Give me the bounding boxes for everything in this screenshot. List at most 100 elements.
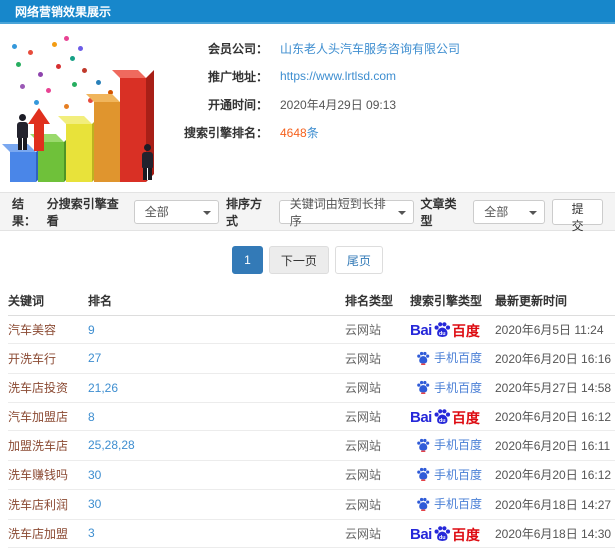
rank-link[interactable]: 25,28,28 [88,438,135,452]
table-row: 洗车店投资 21,26 云网站 手机百度 2020年5月27日 14:58 [8,373,615,403]
baidu-paw-du-text: du [439,418,446,424]
mobile-baidu-logo: 手机百度 [410,495,482,512]
table-body: 汽车美容 9 云网站 Bai du 百度 2020年6月5日 11:24 开洗车… [8,315,615,548]
company-info-list: 会员公司： 山东老人头汽车服务咨询有限公司 推广地址： https://www.… [160,24,615,192]
chevron-down-icon [203,210,212,215]
rank-link[interactable]: 30 [88,497,101,511]
baidu-paw-du-text: du [439,331,446,337]
updated-time-cell: 2020年6月20日 16:11 [495,430,615,461]
open-time-label: 开通时间： [207,97,268,112]
mobile-baidu-logo: 手机百度 [410,466,482,483]
page-title: 网络营销效果展示 [15,4,112,19]
rank-link[interactable]: 27 [88,351,101,365]
rank-type-cell: 云网站 [345,402,410,431]
engine-logo-cell: 手机百度 [410,373,495,403]
table-row: 洗车赚钱吗 30 云网站 手机百度 2020年6月20日 16:12 [8,460,615,490]
engine-rank-count: 4648 [280,125,307,140]
rank-type-cell: 云网站 [345,343,410,374]
sort-filter-select[interactable]: 关键词由短到长排序 [278,197,414,228]
rank-link[interactable]: 21,26 [88,381,118,395]
confetti-graphic [64,36,69,41]
mobile-baidu-logo: 手机百度 [410,349,482,366]
promo-url-link[interactable]: https://www.lrtlsd.com [280,69,396,83]
table-row: 开洗车行 27 云网站 手机百度 2020年6月20日 16:16 [8,343,615,374]
rank-type-cell: 云网站 [345,430,410,461]
keyword-cell: 洗车店投资 [8,373,88,403]
baidu-paw-icon: du [434,409,450,424]
baidu-paw-icon: du [434,525,450,541]
filter-controls: 分搜索引擎查看 全部 排序方式 关键词由短到长排序 文章类型 全部 提交 [46,195,604,233]
updated-time-cell: 2020年6月20日 16:12 [495,402,615,431]
engine-rank-unit-link[interactable]: 条 [307,126,319,140]
mobile-baidu-label: 手机百度 [434,467,483,482]
baidu-paw-icon: du [434,322,450,337]
mobile-baidu-paw-icon [417,351,430,365]
updated-time-cell: 2020年6月18日 14:27 [495,489,615,520]
rank-link[interactable]: 8 [88,410,95,424]
member-company-label: 会员公司： [207,41,268,56]
article-type-label: 文章类型 [420,196,457,228]
baidu-logo-bai-text: Bai [410,525,432,543]
keyword-rank-table: 关键词 排名 排名类型 搜索引擎类型 最新更新时间 汽车美容 9 云网站 Bai… [8,286,615,548]
keyword-cell: 开洗车行 [8,343,88,374]
engine-logo-cell: Bai du 百度 [410,315,495,344]
rank-link[interactable]: 3 [88,526,95,540]
engine-logo-cell: 手机百度 [410,460,495,490]
mobile-baidu-label: 手机百度 [434,380,483,395]
updated-time-cell: 2020年6月20日 16:16 [495,343,615,374]
businessman-figure-left [15,114,29,150]
table-row: 洗车店利润 30 云网站 手机百度 2020年6月18日 14:27 [8,489,615,520]
engine-logo-cell: 手机百度 [410,489,495,520]
mobile-baidu-label: 手机百度 [434,497,483,511]
rank-link[interactable]: 30 [88,468,101,482]
keyword-cell: 加盟洗车店 [8,430,88,461]
baidu-logo: Bai du 百度 [410,321,480,338]
article-type-select[interactable]: 全部 [473,199,546,224]
updated-time-cell: 2020年6月5日 11:24 [495,315,615,344]
keyword-cell: 洗车店利润 [8,489,88,520]
engine-filter-label: 分搜索引擎查看 [46,196,119,228]
rank-type-cell: 云网站 [345,489,410,520]
mobile-baidu-label: 手机百度 [434,438,483,452]
marketing-illustration [2,26,160,190]
rank-type-cell: 云网站 [345,373,410,403]
chevron-down-icon [397,210,406,215]
engine-logo-cell: 手机百度 [410,430,495,461]
next-page-button[interactable]: 下一页 [268,246,329,274]
updated-time-cell: 2020年6月20日 16:12 [495,460,615,490]
keyword-cell: 汽车加盟店 [8,402,88,431]
table-header-row: 关键词 排名 排名类型 搜索引擎类型 最新更新时间 [8,286,615,316]
page-1-button[interactable]: 1 [232,246,263,274]
baidu-logo-du-text: 百度 [451,323,480,339]
mobile-baidu-paw-icon [417,497,430,511]
pagination: 1 下一页 尾页 [0,231,615,286]
sort-filter-label: 排序方式 [226,196,263,228]
baidu-logo-bai-text: Bai [410,409,432,426]
promo-url-row: 推广地址： https://www.lrtlsd.com [160,62,615,90]
submit-button[interactable]: 提交 [552,198,604,233]
baidu-paw-du-text: du [439,535,446,541]
engine-logo-cell: Bai du 百度 [410,519,495,548]
th-rank: 排名 [88,286,345,316]
last-page-button[interactable]: 尾页 [334,246,383,274]
sort-filter-value: 关键词由短到长排序 [289,196,386,228]
open-time-value: 2020年4月29日 09:13 [280,97,397,112]
engine-filter-select[interactable]: 全部 [133,199,220,224]
engine-rank-row: 搜索引擎排名： 4648条 [160,118,615,146]
baidu-logo: Bai du 百度 [410,408,480,425]
engine-logo-cell: Bai du 百度 [410,402,495,431]
table-row: 汽车加盟店 8 云网站 Bai du 百度 2020年6月20日 16:12 [8,402,615,431]
member-company-link[interactable]: 山东老人头汽车服务咨询有限公司 [280,40,460,57]
mobile-baidu-paw-icon [417,380,430,394]
businessman-figure-right [140,144,154,180]
th-updated-time: 最新更新时间 [495,286,615,316]
rank-type-cell: 云网站 [345,519,410,548]
table-row: 汽车美容 9 云网站 Bai du 百度 2020年6月5日 11:24 [8,315,615,344]
baidu-logo: Bai du 百度 [410,525,480,542]
chevron-down-icon [529,210,538,215]
baidu-logo-du-text: 百度 [451,526,480,543]
page-header: 网络营销效果展示 [0,0,615,24]
mobile-baidu-label: 手机百度 [434,351,483,365]
keyword-cell: 汽车美容 [8,315,88,344]
rank-link[interactable]: 9 [88,323,95,337]
